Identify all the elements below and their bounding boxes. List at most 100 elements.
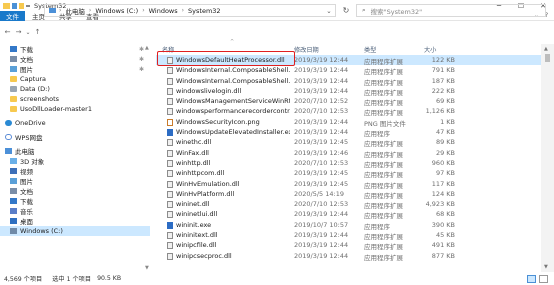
sidebar-item-screenshots[interactable]: screenshots	[0, 94, 150, 104]
sidebar-item-windows-c[interactable]: Windows (C:)	[0, 226, 150, 236]
breadcrumb-separator-icon[interactable]: ›	[182, 7, 184, 14]
document-icon	[10, 188, 17, 194]
sidebar-item-label: 桌面	[20, 218, 33, 226]
customize-toolbar-icon[interactable]	[26, 4, 30, 7]
scroll-up-icon[interactable]: ▲	[145, 45, 149, 51]
breadcrumb-separator-icon[interactable]: ›	[142, 7, 144, 14]
table-row[interactable]: winethc.dll 2019/3/19 12:45 应用程序扩展 89 KB	[156, 137, 546, 148]
table-row[interactable]: WinHvPlatform.dll 2020/5/5 14:19 应用程序扩展 124…	[156, 189, 546, 200]
table-row[interactable]: winhttpcom.dll 2019/3/19 12:45 应用程序扩展 97 KB	[156, 168, 546, 179]
sidebar-item-captura[interactable]: Captura	[0, 74, 150, 84]
properties-icon[interactable]	[12, 2, 17, 9]
breadcrumb-this-pc[interactable]: 此电脑	[65, 6, 85, 16]
scroll-thumb[interactable]	[545, 54, 550, 62]
file-date: 2019/3/19 12:44	[294, 210, 349, 219]
table-row[interactable]: winipcfile.dll 2019/3/19 12:44 应用程序扩展 491 K…	[156, 240, 546, 251]
address-dropdown-icon[interactable]: ⌄	[323, 7, 335, 15]
sidebar-item-pictures-pc[interactable]: 图片	[0, 176, 150, 186]
table-row[interactable]: WindowsInternal.ComposableShell.C... 2019…	[156, 65, 546, 76]
sidebar-item-usodllloader[interactable]: UsoDllLoader-master1	[0, 104, 150, 114]
refresh-button[interactable]: ↻	[340, 4, 352, 17]
forward-button[interactable]: →	[13, 28, 24, 36]
sidebar-item-videos[interactable]: 视频	[0, 166, 150, 176]
sidebar-item-label: 音乐	[20, 208, 33, 216]
details-view-icon[interactable]	[527, 274, 536, 283]
dll-file-icon	[167, 232, 173, 240]
table-row[interactable]: wininetlui.dll 2019/3/19 12:44 应用程序扩展 68 KB	[156, 209, 546, 220]
sidebar-item-wps-drive[interactable]: WPS网盘	[0, 132, 150, 142]
recent-locations-button[interactable]: ⌄	[24, 29, 32, 36]
file-size: 1,126 KB	[425, 107, 455, 116]
file-name: windowslivelogin.dll	[176, 86, 242, 95]
sidebar-item-documents-pc[interactable]: 文档	[0, 186, 150, 196]
sidebar-item-onedrive[interactable]: OneDrive	[0, 118, 150, 128]
scroll-up-icon[interactable]: ▲	[544, 46, 548, 52]
search-box[interactable]: ⌕ 搜索"System32"	[356, 4, 546, 17]
pin-icon: ✱	[138, 65, 144, 73]
new-folder-icon[interactable]	[19, 2, 24, 9]
table-row[interactable]: WindowsManagementServiceWinRt... 2020/7/1…	[156, 96, 546, 107]
sidebar-item-downloads-pc[interactable]: 下载	[0, 196, 150, 206]
table-row[interactable]: WindowsUpdateElevatedInstaller.exe 2019/3…	[156, 127, 546, 138]
sidebar-item-data-drive[interactable]: Data (D:)	[0, 84, 150, 94]
navigation-pane: 下载 ✱ 文档 ✱ 图片 ✱ Captura Data (D:) screens…	[0, 44, 150, 272]
sidebar-item-downloads[interactable]: 下载 ✱	[0, 44, 150, 54]
table-row[interactable]: winipcsecproc.dll 2019/3/19 12:44 应用程序扩展 87…	[156, 251, 546, 262]
sidebar-item-3d-objects[interactable]: 3D 对象	[0, 156, 150, 166]
file-date: 2019/10/7 10:57	[294, 220, 349, 229]
file-date: 2019/3/19 12:45	[294, 169, 349, 178]
red-highlight-box	[157, 51, 295, 66]
file-name: wininetlui.dll	[176, 210, 218, 219]
address-bar[interactable]: › 此电脑 › Windows (C:) › Windows › System3…	[44, 4, 336, 17]
back-button[interactable]: ←	[2, 28, 13, 36]
file-name: wininitext.dll	[176, 231, 218, 240]
file-size: 89 KB	[435, 138, 455, 147]
dll-file-icon	[167, 108, 173, 116]
sidebar-item-documents[interactable]: 文档 ✱	[0, 54, 150, 64]
file-date: 2019/3/19 12:44	[294, 56, 349, 64]
tab-file[interactable]: 文件	[0, 10, 25, 21]
table-row[interactable]: wininit.exe 2019/10/7 10:57 应用程序 390 KB	[156, 220, 546, 231]
download-icon	[10, 46, 17, 52]
sidebar-item-pictures[interactable]: 图片 ✱	[0, 64, 150, 74]
table-row[interactable]: WindowsInternal.ComposableShell.D... 2019…	[156, 76, 546, 87]
breadcrumb-c-drive[interactable]: Windows (C:)	[95, 7, 138, 15]
navigation-pane-scrollbar[interactable]: ▲ ▼	[145, 44, 151, 272]
table-row[interactable]: wininet.dll 2020/7/10 12:53 应用程序扩展 4,923 KB	[156, 199, 546, 210]
dll-file-icon	[167, 201, 173, 209]
table-row[interactable]: WindowsSecurityIcon.png 2019/3/19 12:44 PN…	[156, 117, 546, 128]
status-bar: 4,569 个项目 选中 1 个项目 90.5 KB	[0, 272, 554, 285]
table-row[interactable]: winhttp.dll 2020/7/10 12:53 应用程序扩展 960 KB	[156, 158, 546, 169]
dll-file-icon	[167, 180, 173, 188]
table-row[interactable]: WinHvEmulation.dll 2019/3/19 12:45 应用程序扩展 1…	[156, 179, 546, 190]
column-header-size[interactable]: 大小	[424, 45, 436, 54]
large-icons-view-icon[interactable]	[539, 274, 548, 283]
file-list-scrollbar[interactable]: ▲ ▼	[541, 44, 554, 272]
table-row[interactable]: wininitext.dll 2019/3/19 12:44 应用程序扩展 45 KB	[156, 230, 546, 241]
dll-file-icon	[167, 190, 173, 198]
file-name: WindowsUpdateElevatedInstaller.exe	[176, 128, 290, 137]
file-size: 960 KB	[431, 158, 455, 167]
breadcrumb-windows[interactable]: Windows	[149, 7, 178, 15]
file-size: 222 KB	[431, 86, 455, 95]
sidebar-item-this-pc[interactable]: 此电脑	[0, 146, 150, 156]
sidebar-item-desktop[interactable]: 桌面	[0, 216, 150, 226]
table-row[interactable]: windowslivelogin.dll 2019/3/19 12:44 应用程序扩…	[156, 86, 546, 97]
table-row[interactable]: windowsperformancerecordercontr... 2020/7…	[156, 106, 546, 117]
breadcrumb-separator-icon[interactable]: ›	[89, 7, 91, 14]
column-header-type[interactable]: 类型	[364, 45, 376, 54]
sidebar-item-label: 此电脑	[15, 148, 35, 156]
sidebar-item-music[interactable]: 音乐	[0, 206, 150, 216]
column-header-date[interactable]: 修改日期	[294, 45, 319, 54]
breadcrumb-separator-icon[interactable]: ›	[59, 7, 61, 14]
sidebar-item-label: 图片	[20, 66, 33, 74]
scroll-down-icon[interactable]: ▼	[544, 264, 548, 270]
sidebar-item-label: UsoDllLoader-master1	[20, 105, 92, 113]
file-date: 2020/7/10 12:53	[294, 200, 349, 209]
up-button[interactable]: ↑	[32, 28, 43, 36]
breadcrumb-system32[interactable]: System32	[188, 7, 221, 15]
scroll-down-icon[interactable]: ▼	[145, 265, 149, 271]
item-count: 4,569 个项目	[4, 276, 43, 283]
file-name: WinHvPlatform.dll	[176, 189, 235, 198]
table-row[interactable]: WinFax.dll 2019/3/19 12:46 应用程序扩展 29 KB	[156, 148, 546, 159]
